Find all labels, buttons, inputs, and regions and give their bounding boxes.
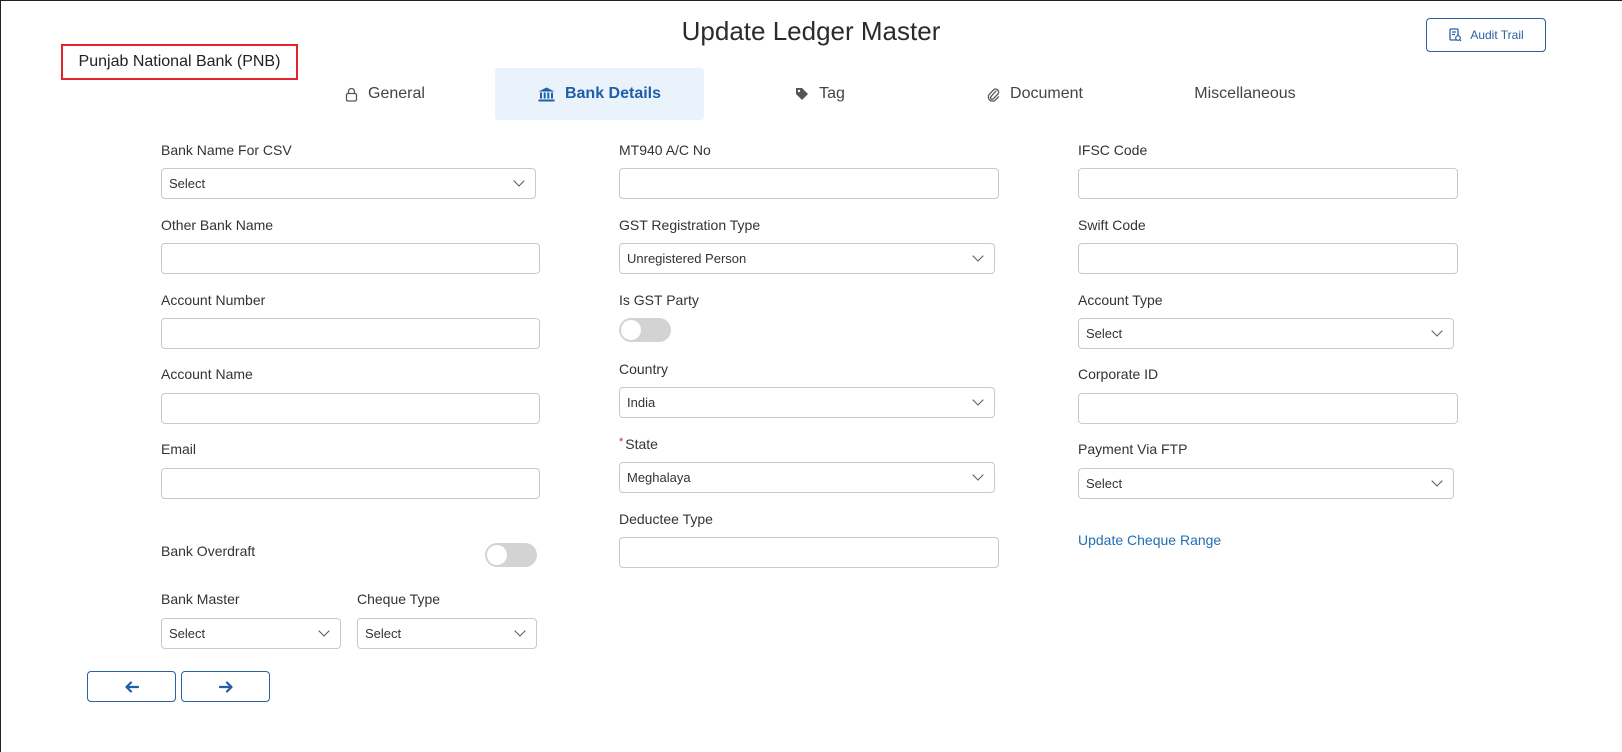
account-type-value: Select xyxy=(1086,326,1123,341)
chevron-down-icon xyxy=(972,394,984,406)
account-number-label: Account Number xyxy=(161,292,266,308)
update-cheque-range-link[interactable]: Update Cheque Range xyxy=(1078,532,1221,548)
cheque-type-select[interactable]: Select xyxy=(357,618,537,649)
payment-ftp-label: Payment Via FTP xyxy=(1078,441,1188,457)
tab-miscellaneous-label: Miscellaneous xyxy=(1194,85,1296,102)
is-gst-party-toggle[interactable] xyxy=(619,318,671,342)
lock-icon xyxy=(345,87,358,102)
account-name-input[interactable] xyxy=(161,393,540,424)
tab-document-label: Document xyxy=(1010,85,1083,102)
tab-general-label: General xyxy=(368,85,425,102)
swift-input[interactable] xyxy=(1078,243,1458,274)
toggle-knob xyxy=(487,545,507,565)
bank-name-csv-select[interactable]: Select xyxy=(161,168,536,199)
ifsc-label: IFSC Code xyxy=(1078,142,1148,158)
account-type-label: Account Type xyxy=(1078,292,1163,308)
tab-tag-label: Tag xyxy=(819,85,845,102)
country-value: India xyxy=(627,395,656,410)
bank-name-csv-label: Bank Name For CSV xyxy=(161,142,292,158)
corporate-id-input[interactable] xyxy=(1078,393,1458,424)
tab-bank-details-label: Bank Details xyxy=(564,85,662,102)
bank-master-select[interactable]: Select xyxy=(161,618,341,649)
state-label: * State xyxy=(619,436,658,452)
cheque-type-label: Cheque Type xyxy=(357,591,441,607)
state-label-text: State xyxy=(625,436,658,452)
state-value: Meghalaya xyxy=(627,470,691,485)
payment-ftp-select[interactable]: Select xyxy=(1078,468,1454,499)
bank-icon xyxy=(538,87,555,101)
payment-ftp-value: Select xyxy=(1086,476,1123,491)
bank-overdraft-label: Bank Overdraft xyxy=(161,543,256,559)
chevron-down-icon xyxy=(972,469,984,481)
chevron-down-icon xyxy=(972,250,984,262)
previous-button[interactable] xyxy=(87,671,176,702)
ifsc-input[interactable] xyxy=(1078,168,1458,199)
cheque-type-value: Select xyxy=(365,626,402,641)
swift-label: Swift Code xyxy=(1078,217,1146,233)
other-bank-name-input[interactable] xyxy=(161,243,540,274)
tab-general[interactable]: General xyxy=(290,68,480,120)
state-select[interactable]: Meghalaya xyxy=(619,462,995,493)
other-bank-name-label: Other Bank Name xyxy=(161,217,274,233)
tab-miscellaneous[interactable]: Miscellaneous xyxy=(1145,68,1345,120)
bank-master-value: Select xyxy=(169,626,206,641)
arrow-right-icon xyxy=(218,680,233,693)
next-button[interactable] xyxy=(181,671,270,702)
mt940-input[interactable] xyxy=(619,168,999,199)
bank-name-csv-value: Select xyxy=(169,176,206,191)
chevron-down-icon xyxy=(318,625,330,637)
mt940-label: MT940 A/C No xyxy=(619,142,711,158)
account-number-input[interactable] xyxy=(161,318,540,349)
tab-tag[interactable]: Tag xyxy=(730,68,910,120)
account-name-label: Account Name xyxy=(161,366,253,382)
bank-overdraft-toggle[interactable] xyxy=(485,543,537,567)
account-type-select[interactable]: Select xyxy=(1078,318,1454,349)
corporate-id-label: Corporate ID xyxy=(1078,366,1159,382)
chevron-down-icon xyxy=(514,625,526,637)
arrow-left-icon xyxy=(124,680,139,693)
deductee-type-label: Deductee Type xyxy=(619,511,713,527)
gst-reg-type-value: Unregistered Person xyxy=(627,251,747,266)
chevron-down-icon xyxy=(1431,325,1443,337)
tag-icon xyxy=(796,88,809,100)
required-mark: * xyxy=(619,436,624,448)
ledger-name-label: Punjab National Bank (PNB) xyxy=(61,44,298,80)
country-label: Country xyxy=(619,361,669,377)
email-input[interactable] xyxy=(161,468,540,499)
country-select[interactable]: India xyxy=(619,387,995,418)
chevron-down-icon xyxy=(513,175,525,187)
bank-master-label: Bank Master xyxy=(161,591,240,607)
email-label: Email xyxy=(161,441,197,457)
gst-reg-type-label: GST Registration Type xyxy=(619,217,761,233)
audit-trail-button[interactable]: Audit Trail xyxy=(1426,18,1546,52)
page-title: Update Ledger Master xyxy=(681,16,941,46)
tab-document[interactable]: Document xyxy=(935,68,1135,120)
gst-reg-type-select[interactable]: Unregistered Person xyxy=(619,243,995,274)
chevron-down-icon xyxy=(1431,475,1443,487)
toggle-knob xyxy=(621,320,641,340)
audit-trail-label: Audit Trail xyxy=(1470,28,1524,42)
paperclip-icon xyxy=(987,87,1000,102)
deductee-type-input[interactable] xyxy=(619,537,999,568)
audit-trail-icon xyxy=(1449,28,1462,42)
tab-bank-details[interactable]: Bank Details xyxy=(495,68,704,120)
is-gst-party-label: Is GST Party xyxy=(619,292,699,308)
